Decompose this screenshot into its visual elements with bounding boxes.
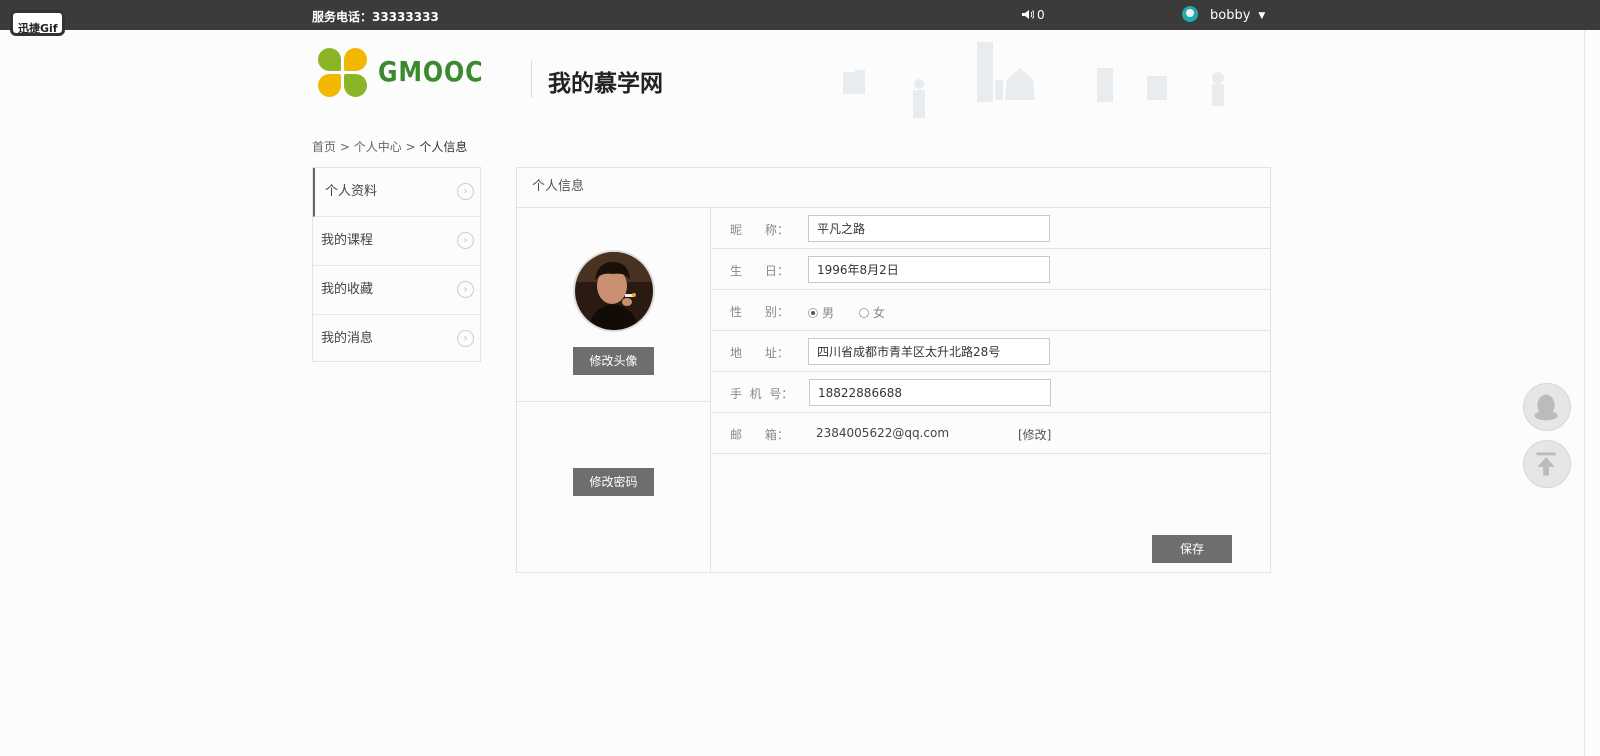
panel-title: 个人信息 [517, 168, 1270, 208]
breadcrumb-home[interactable]: 首页 [312, 140, 336, 154]
service-phone: 服务电话：33333333 [312, 10, 439, 24]
save-button[interactable]: 保存 [1152, 535, 1232, 563]
radio-empty-icon [859, 308, 869, 318]
sidebar-item-messages[interactable]: 我的消息 › [313, 315, 480, 364]
avatar-zone: 修改头像 [517, 208, 710, 402]
sidebar-item-profile[interactable]: 个人资料 › [313, 168, 480, 217]
chevron-right-icon: › [457, 281, 474, 298]
birthday-label: 生 日： [730, 264, 789, 278]
top-bar: 服务电话：33333333 0 bobby ▼ [0, 0, 1600, 30]
sidebar-item-label: 我的消息 [321, 331, 374, 346]
breadcrumb-separator: > [336, 140, 354, 154]
profile-form: 昵 称： 生 日： 性 别： 男 女 地 址： 手 机 号： 邮 箱： 2384… [712, 208, 1270, 563]
qq-icon[interactable] [1523, 383, 1571, 431]
gender-label: 性 别： [730, 305, 789, 319]
radio-selected-icon [808, 308, 818, 318]
sidebar-item-label: 我的收藏 [321, 282, 374, 297]
speaker-icon [1022, 10, 1034, 19]
sidebar-item-courses[interactable]: 我的课程 › [313, 217, 480, 266]
mobile-field[interactable] [809, 379, 1051, 406]
back-to-top-icon[interactable] [1523, 440, 1571, 488]
header-divider [531, 60, 532, 98]
brand-name[interactable]: GMOOC [378, 55, 483, 88]
avatar-column: 修改头像 修改密码 [517, 208, 711, 572]
sidebar-item-favorites[interactable]: 我的收藏 › [313, 266, 480, 315]
chevron-down-icon: ▼ [1258, 11, 1266, 21]
sidebar-item-label: 我的课程 [321, 233, 374, 248]
change-avatar-button[interactable]: 修改头像 [573, 347, 654, 375]
logo-icon[interactable] [318, 48, 368, 98]
gender-male-label: 男 [822, 306, 835, 320]
mobile-row: 手 机 号： [712, 372, 1270, 413]
email-row: 邮 箱： 2384005622@qq.com [修改] [712, 413, 1270, 454]
user-menu[interactable]: bobby ▼ [1182, 6, 1265, 23]
gender-female-radio[interactable]: 女 [859, 304, 885, 321]
breadcrumb: 首页 > 个人中心 > 个人信息 [312, 138, 467, 155]
skyline-illustration [843, 42, 1224, 118]
nickname-row: 昵 称： [712, 208, 1270, 249]
page-title: 我的慕学网 [548, 71, 663, 97]
address-label: 地 址： [730, 346, 789, 360]
message-count: 0 [1037, 8, 1045, 22]
user-avatar-icon [1182, 6, 1198, 22]
breadcrumb-current: 个人信息 [419, 140, 468, 154]
nickname-label: 昵 称： [730, 223, 789, 237]
address-row: 地 址： [712, 331, 1270, 372]
sidebar-item-label: 个人资料 [325, 184, 378, 199]
email-value: 2384005622@qq.com [816, 426, 950, 440]
address-field[interactable] [808, 338, 1050, 365]
birthday-field[interactable] [808, 256, 1050, 283]
change-password-button[interactable]: 修改密码 [573, 468, 654, 496]
nickname-field[interactable] [808, 215, 1050, 242]
avatar [573, 250, 655, 332]
sidebar: 个人资料 › 我的课程 › 我的收藏 › 我的消息 › [312, 167, 481, 362]
profile-panel: 个人信息 修改头像 修改密码 昵 称： 平凡之路 生 日： 1996年8月2日 … [516, 167, 1271, 573]
birthday-row: 生 日： [712, 249, 1270, 290]
chevron-right-icon: › [457, 330, 474, 347]
mobile-label: 手 机 号： [730, 387, 794, 401]
gender-female-label: 女 [873, 306, 886, 320]
gender-male-radio[interactable]: 男 [808, 304, 834, 321]
breadcrumb-center[interactable]: 个人中心 [354, 140, 402, 154]
scrollbar[interactable] [1584, 30, 1585, 756]
username: bobby [1210, 8, 1251, 23]
chevron-right-icon: › [457, 183, 474, 200]
message-indicator[interactable]: 0 [1022, 8, 1045, 22]
email-label: 邮 箱： [730, 428, 789, 442]
breadcrumb-separator: > [401, 140, 420, 154]
edit-email-link[interactable]: [修改] [1018, 426, 1051, 443]
chevron-right-icon: › [457, 232, 474, 249]
site-header: GMOOC 我的慕学网 [0, 30, 1600, 125]
gender-row: 性 别： 男 女 [712, 290, 1270, 331]
